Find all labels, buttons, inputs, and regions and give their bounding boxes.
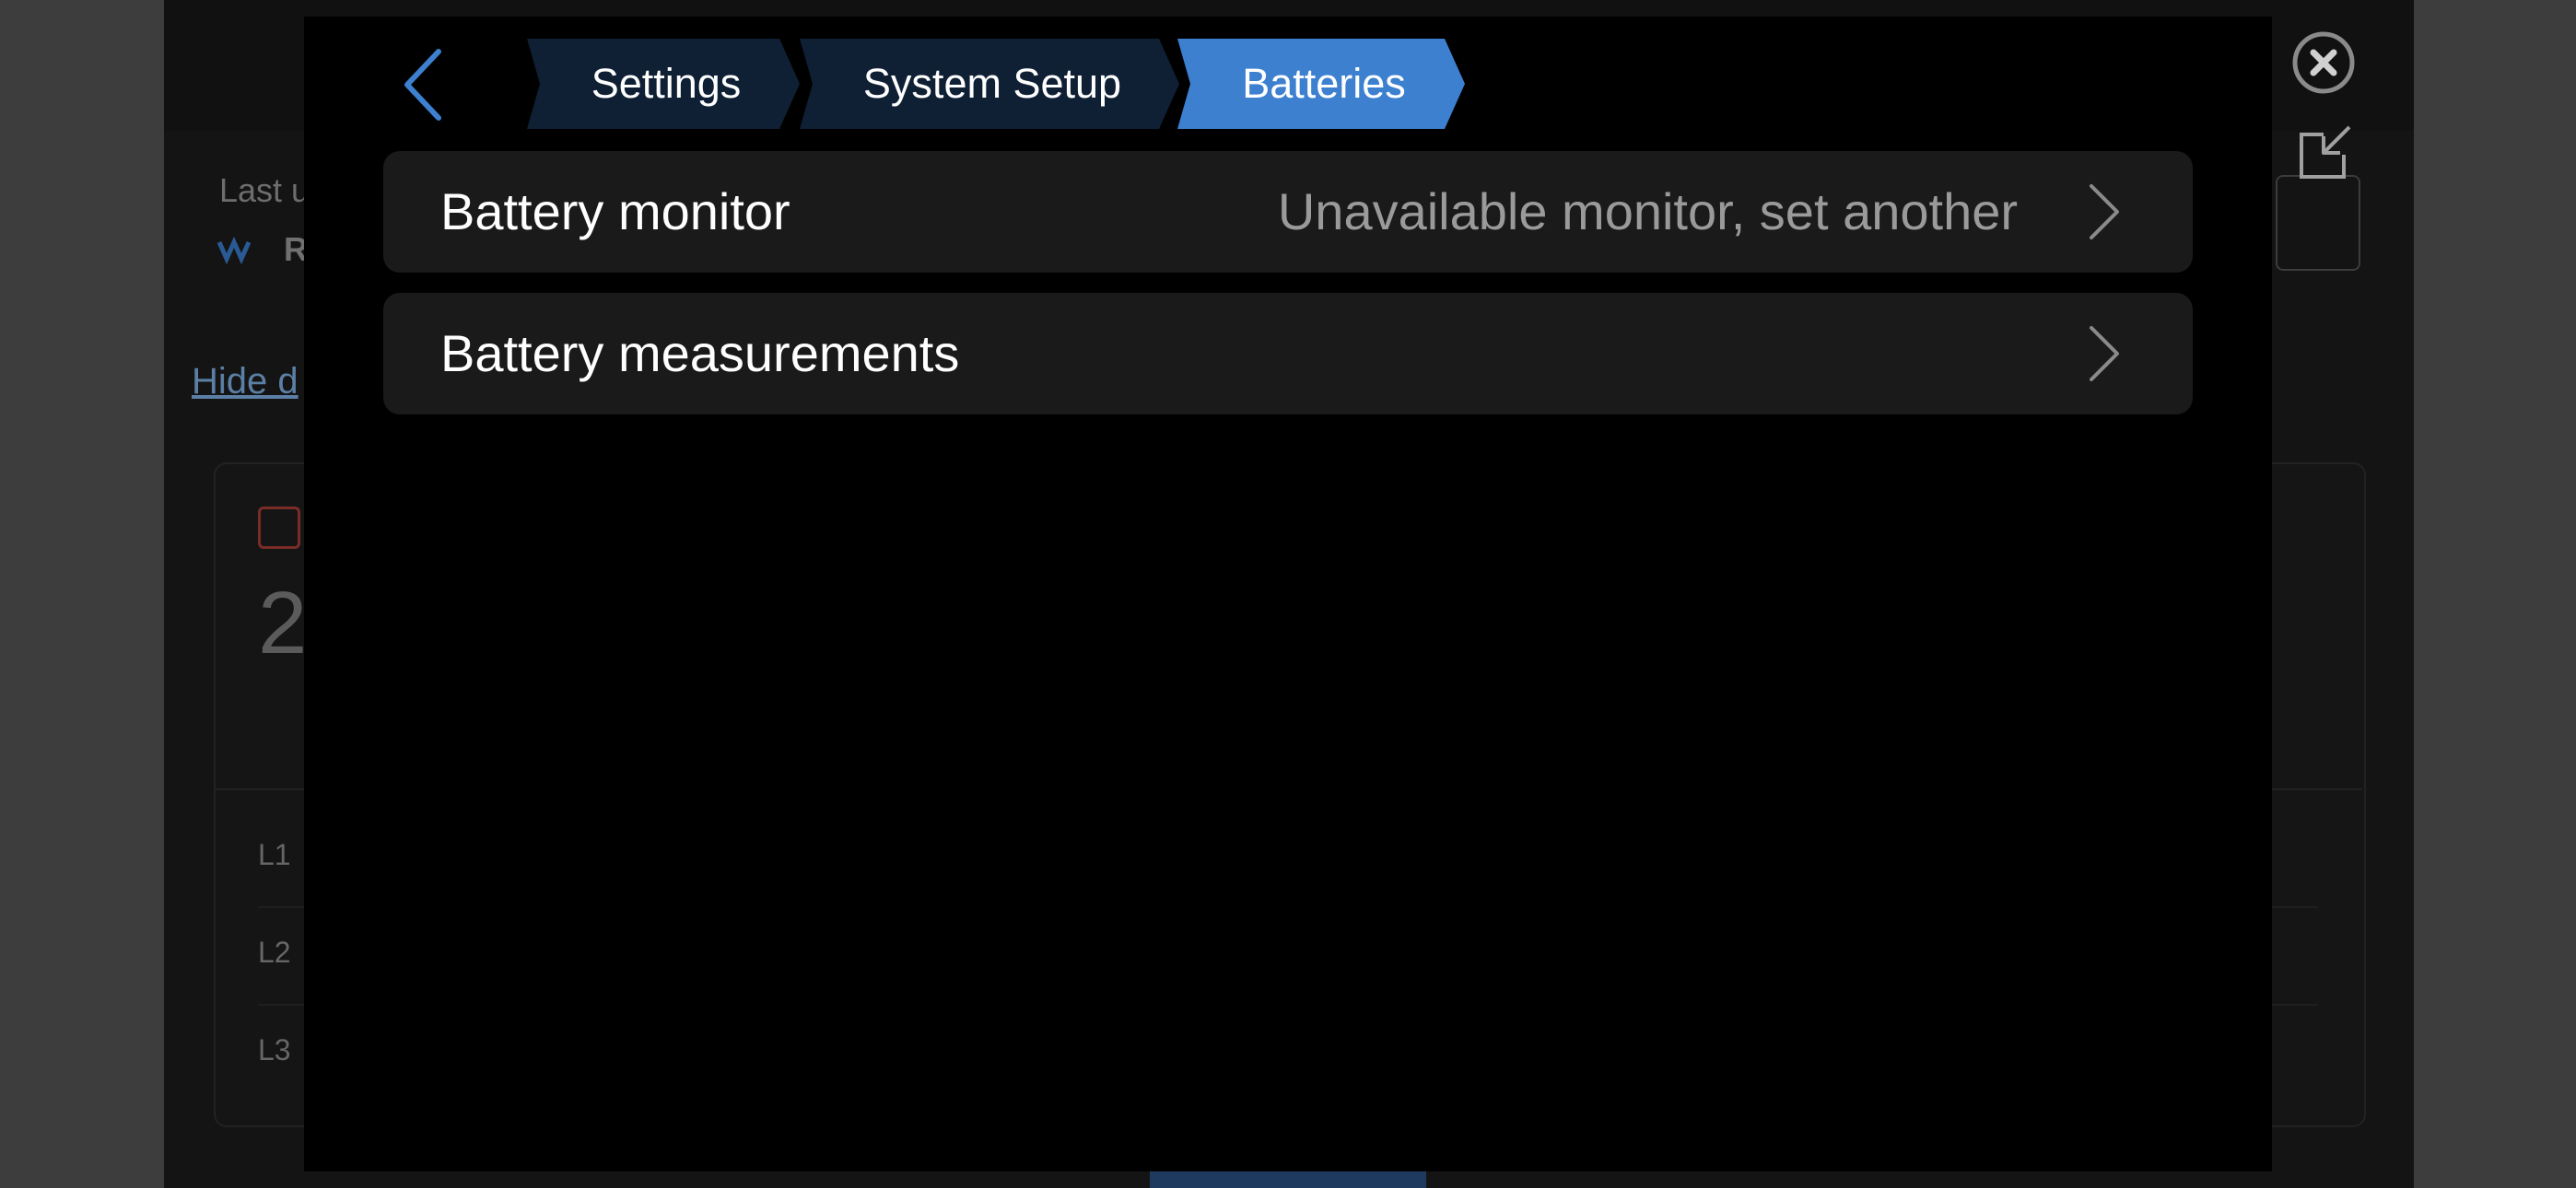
victron-logo-icon (217, 232, 260, 265)
breadcrumb-batteries[interactable]: Batteries (1177, 39, 1465, 129)
chevron-right-icon (2090, 184, 2119, 239)
background-left-margin (0, 0, 164, 1188)
background-toggle-panel (2276, 175, 2360, 271)
battery-monitor-row[interactable]: Battery monitor Unavailable monitor, set… (383, 151, 2193, 273)
background-phase-l1: L1 (258, 838, 291, 871)
back-button[interactable] (396, 44, 451, 125)
row-label: Battery measurements (440, 324, 960, 382)
background-phase-l3: L3 (258, 1033, 291, 1066)
background-hide-link: Hide d (192, 361, 299, 402)
breadcrumb-settings[interactable]: Settings (527, 39, 800, 129)
chevron-right-icon (2090, 326, 2119, 381)
collapse-button[interactable] (2296, 123, 2355, 182)
background-big-value: 2 (258, 574, 308, 672)
background-card-icon (258, 507, 300, 549)
row-value: Unavailable monitor, set another (1277, 182, 2018, 240)
close-button[interactable] (2290, 29, 2357, 96)
collapse-window-icon (2300, 125, 2351, 179)
background-phase-l2: L2 (258, 936, 291, 969)
chevron-left-icon (404, 49, 441, 121)
row-label: Battery monitor (440, 182, 790, 240)
background-right-margin (2414, 0, 2576, 1188)
close-icon (2292, 31, 2355, 94)
background-last-updated: Last u (219, 171, 310, 209)
battery-measurements-row[interactable]: Battery measurements (383, 293, 2193, 414)
breadcrumb-system-setup[interactable]: System Setup (800, 39, 1179, 129)
